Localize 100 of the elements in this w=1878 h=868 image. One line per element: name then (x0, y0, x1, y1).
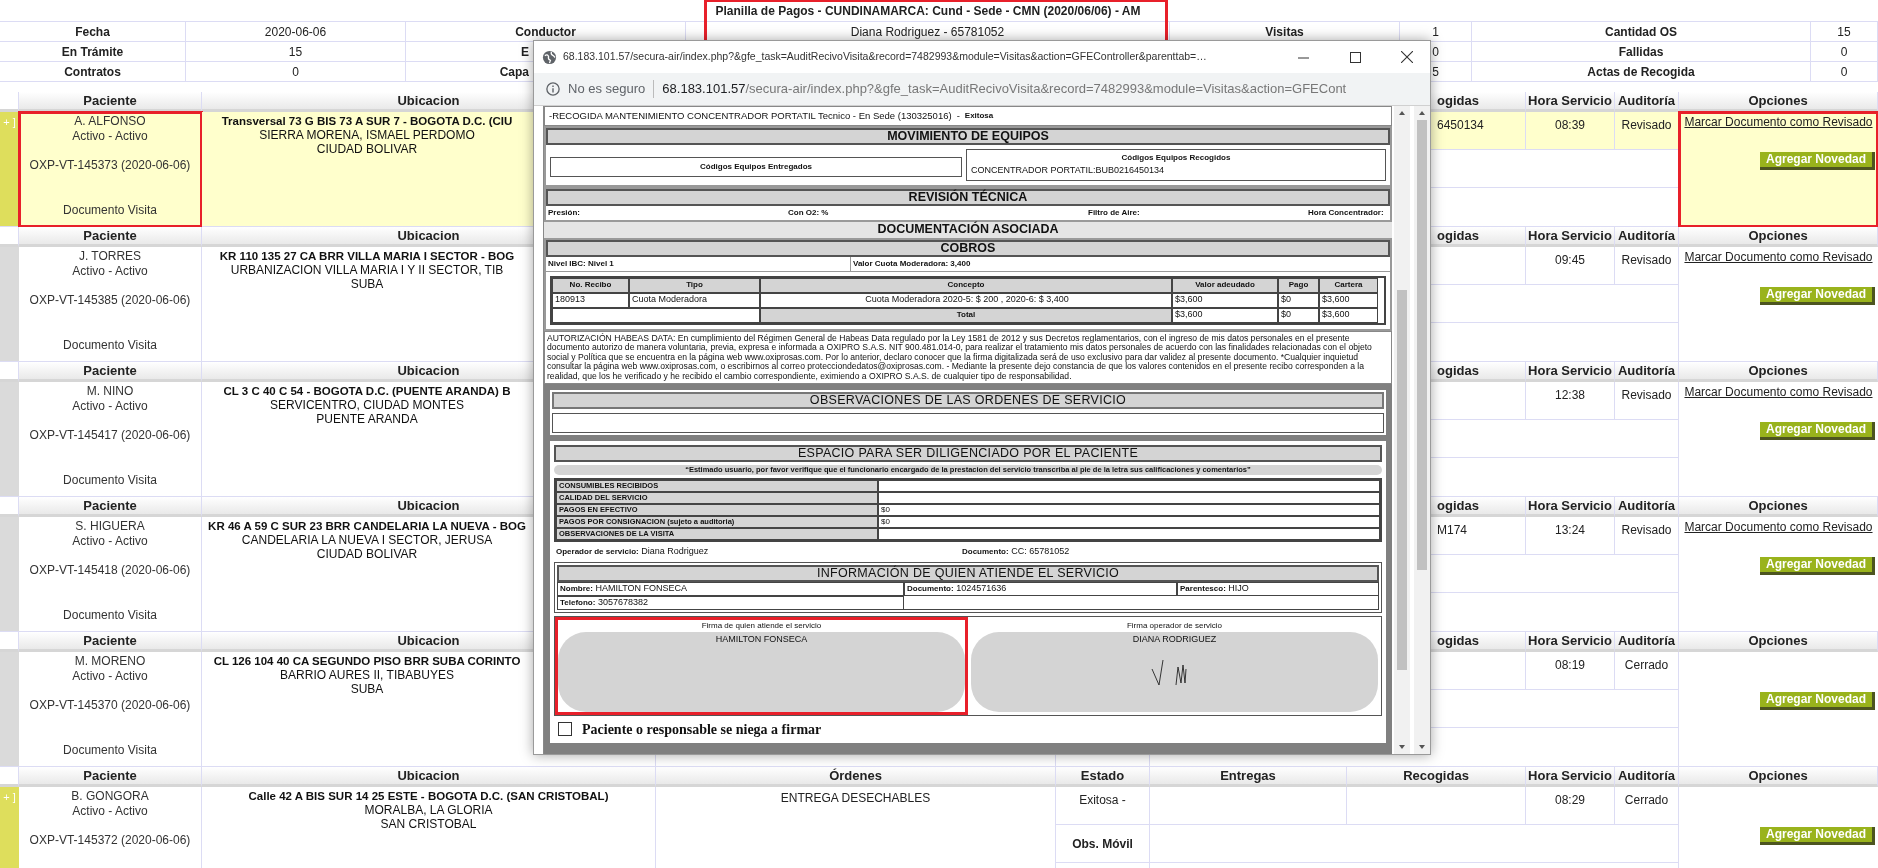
column-header-text: ogidas (1437, 631, 1479, 650)
visit-code: OXP-VT-145373 (2020-06-06) (29, 158, 191, 173)
address-line: SAN CRISTOBAL (380, 817, 477, 831)
column-header-text: Ubicacion (397, 361, 460, 380)
column-header-text: Ubicacion (397, 226, 460, 245)
table-cell: $3,600 (1175, 293, 1203, 307)
visit-code: OXP-VT-145418 (2020-06-06) (29, 563, 191, 578)
checkbox-label: Paciente o responsable se niega a firmar (582, 720, 822, 739)
column-header-text: Paciente (83, 631, 137, 650)
document-link[interactable]: Documento Visita (63, 338, 157, 353)
hora-value: 13:24 (1555, 522, 1585, 539)
section-header: ESPACIO PARA SER DILIGENCIADO POR EL PACIENTE (554, 445, 1382, 462)
address-line: CL 126 104 40 CA SEGUNDO PISO BRR SUBA CORINTO (213, 654, 521, 668)
field-label: Hora Concentrador: (1308, 207, 1384, 217)
section-header: REVISIÓN TÉCNICA (546, 188, 1390, 206)
mark-reviewed-link[interactable]: Marcar Documento como Revisado (1684, 250, 1873, 265)
summary-value: 5 (1432, 63, 1439, 81)
patient-name: M. NINO (86, 384, 134, 399)
summary-value: 0 (1840, 43, 1848, 61)
mark-reviewed-link[interactable]: Marcar Documento como Revisado (1684, 385, 1873, 400)
patient-name: J. TORRES (78, 249, 142, 264)
field-label: Filtro de Aire: (1088, 207, 1140, 217)
address-field[interactable]: 68.183.101.57/secura-air/index.php?&gfe_task=AuditRecivoVisita&record=7482993&module=Visitas&action=GFECont (662, 79, 1347, 99)
text-area[interactable] (552, 413, 1384, 433)
column-header-text: Auditoría (1617, 361, 1676, 380)
hora-value: 08:39 (1555, 117, 1585, 134)
patient-status: Activo - Activo (72, 534, 148, 549)
summary-label: Cantidad OS (1605, 23, 1677, 41)
column-header: Valor adeudado (1195, 279, 1255, 291)
column-header-text: Opciones (1748, 766, 1808, 785)
column-header-text: Recogidas (1403, 766, 1469, 785)
scrollbar-thumb[interactable] (1397, 290, 1407, 670)
mark-reviewed-link[interactable]: Marcar Documento como Revisado (1684, 115, 1873, 130)
table-cell: $0 (1281, 293, 1291, 307)
field-text: Telefono: 3057678382 (560, 596, 648, 610)
field-label: Obs. Móvil (1072, 835, 1133, 853)
close-icon[interactable] (1401, 51, 1413, 63)
column-header-text: Ubicacion (397, 496, 460, 515)
patient-status: Activo - Activo (72, 264, 148, 279)
table-cell: $0 (1281, 308, 1291, 322)
document-link[interactable]: Documento Visita (63, 608, 157, 623)
recogidas-value: 6450134 (1437, 117, 1484, 134)
document-link[interactable]: Documento Visita (63, 203, 157, 218)
field-text: Nombre: HAMILTON FONSECA (560, 582, 688, 596)
field-value: $0 (881, 504, 890, 516)
address-line: KR 46 A 59 C SUR 23 BRR CANDELARIA LA NUEVA - BOG (208, 519, 526, 533)
address-line: SUBA (350, 682, 384, 696)
address-line: CANDELARIA LA NUEVA I SECTOR, JERUSA (241, 533, 493, 547)
maximize-icon[interactable] (1349, 51, 1361, 63)
summary-label: Visitas (1265, 23, 1304, 41)
column-header-text: Paciente (83, 361, 137, 380)
field-label: Nivel IBC: Nivel 1 (548, 257, 614, 270)
column-header: Cartera (1334, 279, 1363, 291)
patient-status: Activo - Activo (72, 669, 148, 684)
column-header-text: Paciente (83, 226, 137, 245)
auditoria-value: Cerrado (1624, 657, 1669, 674)
column-header-text: Paciente (83, 766, 137, 785)
status-text: Exitosa (964, 110, 994, 122)
field-label: Con O2: % (788, 207, 829, 217)
table-cell: Total (956, 309, 976, 321)
table-cell: Cuota Moderadora 2020-5: $ 200 , 2020-6: $ 3,400 (865, 293, 1069, 307)
address-line: PUENTE ARANDA (316, 412, 418, 426)
column-header-text: Ubicacion (397, 631, 460, 650)
column-header-text: Ubicacion (397, 91, 460, 110)
hora-value: 12:38 (1555, 387, 1585, 404)
checkbox[interactable] (558, 722, 572, 736)
column-header-text: Auditoría (1617, 631, 1676, 650)
mark-reviewed-link[interactable]: Marcar Documento como Revisado (1684, 520, 1873, 535)
info-icon (546, 82, 560, 96)
summary-value: 0 (1840, 63, 1848, 81)
separator-text: - (956, 108, 960, 123)
hora-value: 08:29 (1555, 792, 1585, 809)
section-header: MOVIMIENTO DE EQUIPOS (546, 128, 1390, 145)
scrollbar[interactable] (1414, 106, 1430, 754)
security-label: No es seguro (568, 80, 646, 99)
signer-name: HAMILTON FONSECA (715, 633, 808, 646)
column-header-text: Hora Servicio (1528, 91, 1612, 110)
section-header: COBROS (546, 239, 1390, 257)
patient-status: Activo - Activo (72, 129, 148, 144)
patient-name: B. GONGORA (71, 789, 149, 804)
table-cell: 180913 (555, 293, 586, 307)
column-header: Concepto (947, 279, 985, 291)
summary-value: 0 (1432, 43, 1439, 61)
field-text: Documento: 1024571636 (907, 582, 1007, 596)
document-link[interactable]: Documento Visita (63, 743, 157, 758)
field-value: $0 (881, 516, 890, 528)
scrollbar[interactable] (1394, 106, 1410, 754)
section-header: INFORMACIÓN DE QUIEN ATIENDE EL SERVICIO (557, 565, 1379, 582)
summary-value: 2020-06-06 (264, 23, 327, 41)
scrollbar-thumb[interactable] (1417, 120, 1427, 570)
estado-value: Exitosa - (1079, 792, 1126, 809)
recogidas-value: M174 (1437, 522, 1468, 539)
field-value: CONCENTRADOR PORTATIL:BUB0216450134 (971, 164, 1166, 177)
document-link[interactable]: Documento Visita (63, 473, 157, 488)
column-header-text: Opciones (1748, 361, 1808, 380)
column-header: Tipo (686, 279, 703, 291)
summary-value: 15 (1837, 23, 1851, 41)
patient-status: Activo - Activo (72, 399, 148, 414)
table-cell: $3,600 (1322, 293, 1350, 307)
address-line: CL 3 C 40 C 54 - BOGOTA D.C. (PUENTE ARANDA) B (223, 384, 511, 398)
